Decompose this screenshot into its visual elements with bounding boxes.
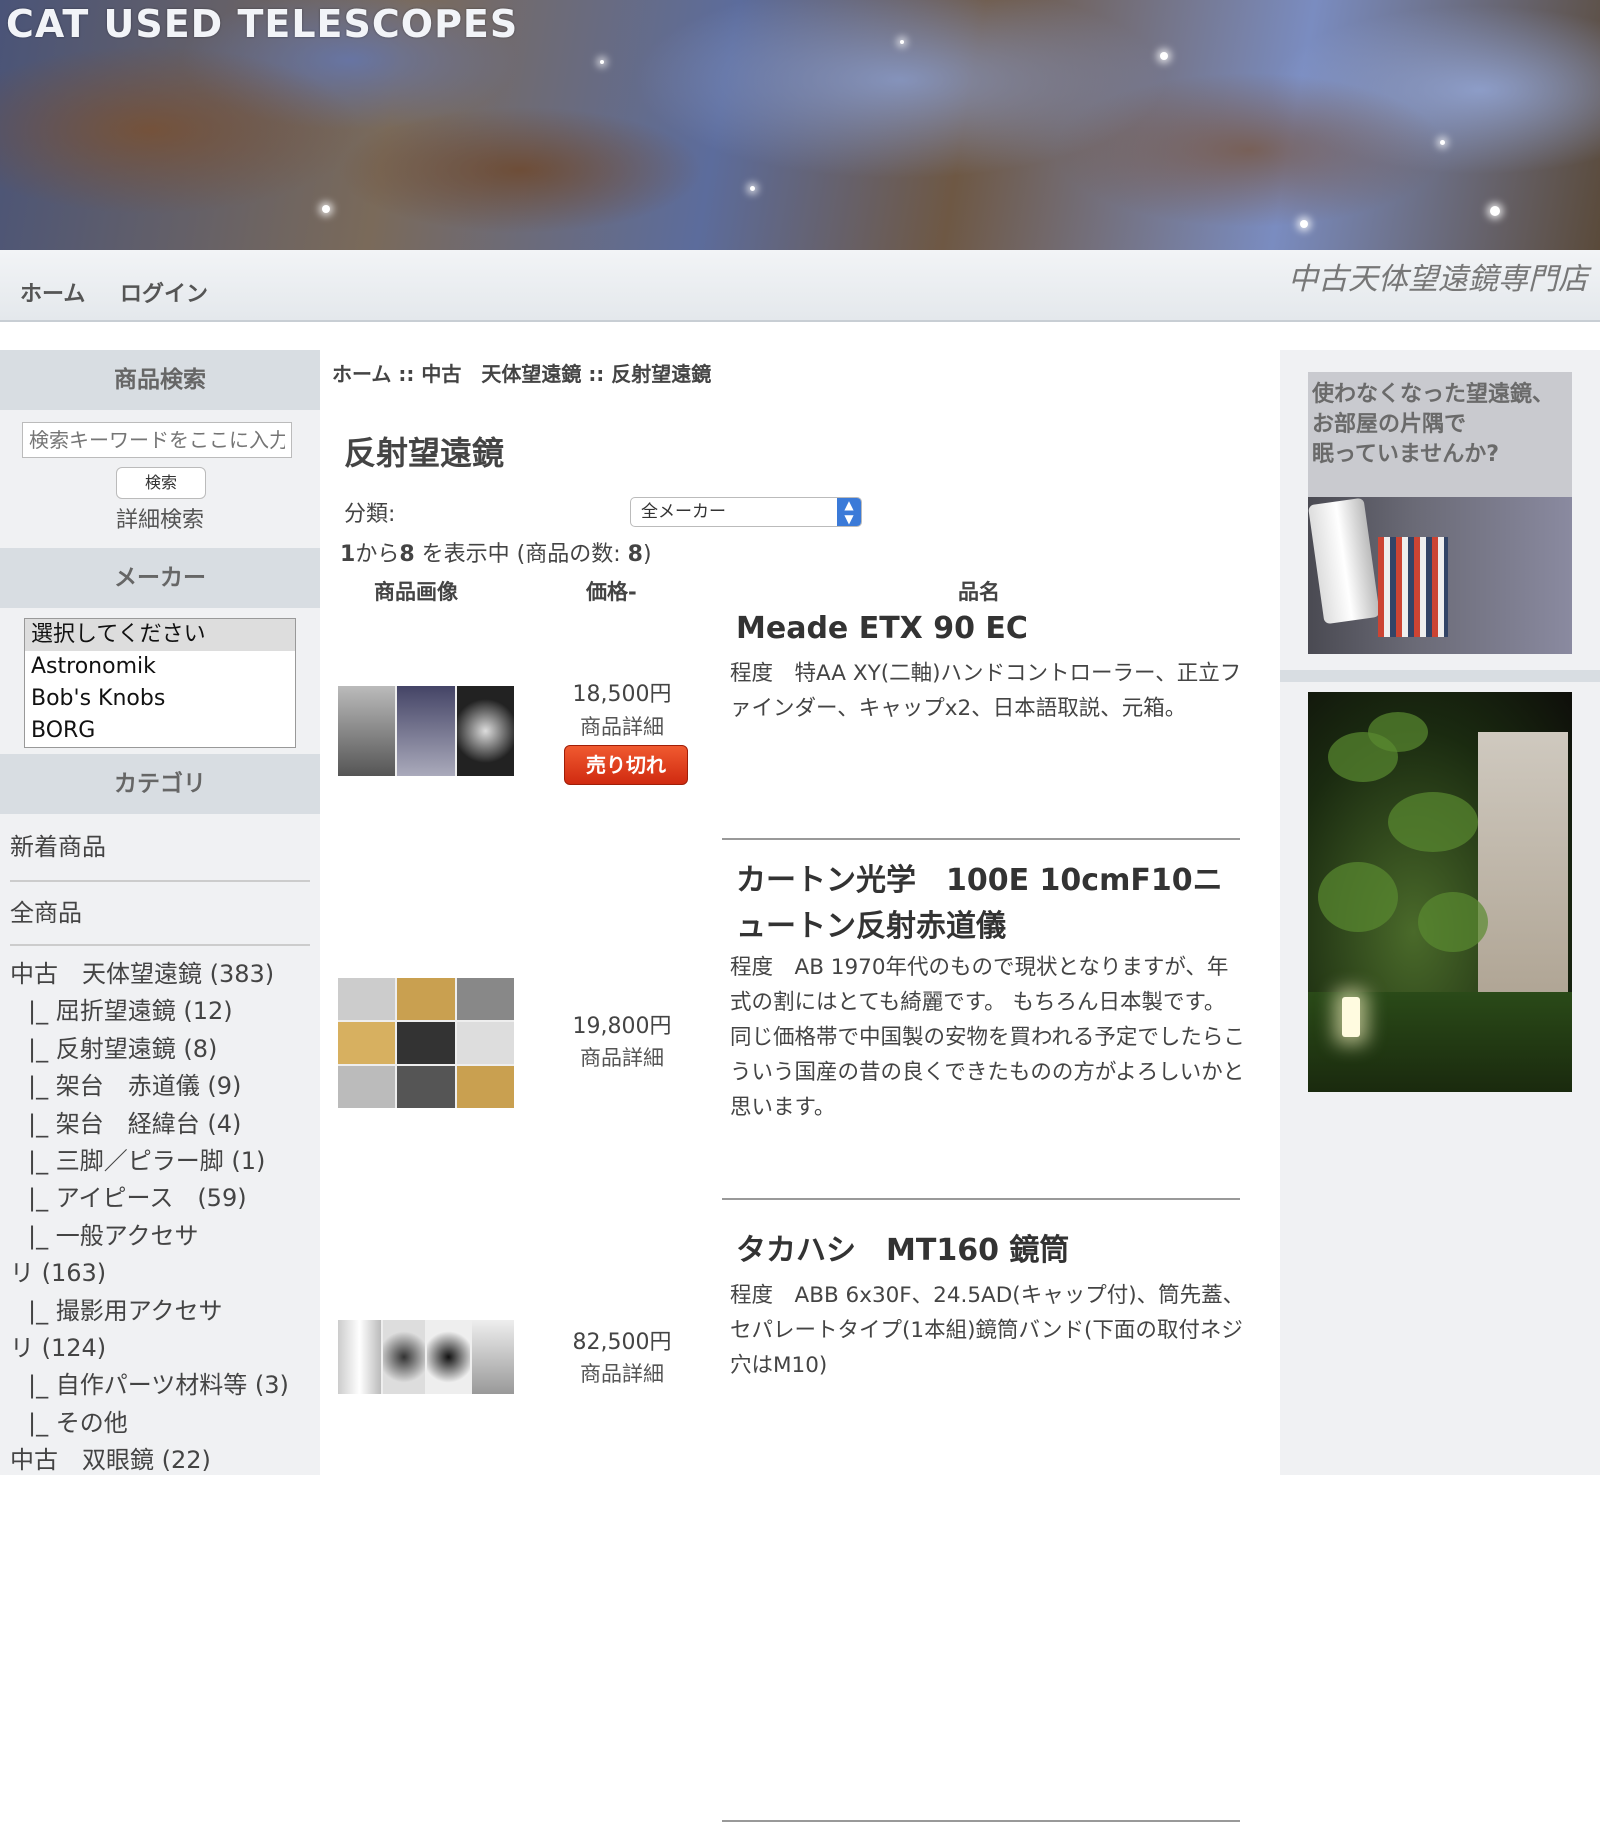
category-item[interactable]: |_ 自作パーツ材料等 (3) [0,1367,320,1404]
soldout-badge: 売り切れ [564,745,688,785]
product-image[interactable] [338,978,514,1108]
filter-selected-value: 全メーカー [641,502,726,522]
breadcrumb-current: 反射望遠鏡 [611,362,712,386]
breadcrumb-separator: :: [398,362,415,386]
breadcrumb-separator: :: [588,362,605,386]
tagline: 中古天体望遠鏡専門店 [1288,262,1588,297]
divider [722,1198,1240,1200]
category-item[interactable]: |_ 架台 赤道儀 (9) [0,1068,320,1105]
maker-option[interactable]: BORG [25,715,295,747]
maker-option[interactable]: Astronomik [25,651,295,683]
category-item[interactable]: |_ 反射望遠鏡 (8) [0,1031,320,1068]
search-heading: 商品検索 [0,350,320,410]
divider [722,838,1240,840]
star-icon [1160,52,1168,60]
category-item[interactable]: |_ 架台 経緯台 (4) [0,1106,320,1143]
product-description: 程度 特AA XY(二軸)ハンドコントローラー、正立ファインダー、キャップx2、… [730,661,1242,721]
left-sidebar: 商品検索 検索 詳細検索 メーカー 選択してください Astronomik Bo… [0,350,320,1475]
product-price: 82,500円 [572,1330,672,1355]
star-icon [1440,140,1445,145]
category-item[interactable]: |_ 撮影用アクセサ [0,1293,320,1330]
updown-arrow-icon: ▲ ▼ [837,498,861,526]
category-item[interactable]: 中古 双眼鏡 (22) [0,1442,320,1479]
search-input[interactable] [22,422,292,458]
search-button[interactable]: 検索 [116,467,206,499]
page-title: 反射望遠鏡 [344,434,505,472]
shop-photo-banner[interactable] [1308,692,1572,1092]
banner-text: 使わなくなった望遠鏡、 お部屋の片隅で 眠っていませんか? [1312,382,1555,467]
category-tree: 中古 天体望遠鏡 (383) |_ 屈折望遠鏡 (12) |_ 反射望遠鏡 (8… [0,946,320,1480]
product-image[interactable] [338,686,514,776]
category-item[interactable]: |_ 三脚／ピラー脚 (1) [0,1143,320,1180]
maker-option[interactable]: 選択してください [25,619,295,651]
product-name[interactable]: タカハシ MT160 鏡筒 [736,1228,1236,1274]
column-header-image: 商品画像 [374,580,458,604]
nav-home-link[interactable]: ホーム [20,276,85,308]
advanced-search-link[interactable]: 詳細検索 [0,502,320,534]
category-item[interactable]: |_ 屈折望遠鏡 (12) [0,993,320,1030]
category-new-arrivals[interactable]: 新着商品 [0,814,320,880]
product-detail-link[interactable]: 商品詳細 [542,1358,702,1388]
star-icon [1490,206,1500,216]
maker-option[interactable]: Bob's Knobs [25,683,295,715]
category-all-products[interactable]: 全商品 [0,882,320,944]
filter-label: 分類: [344,502,396,527]
category-item[interactable]: 中古 天体望遠鏡 (383) [0,956,320,993]
column-header-name[interactable]: 品名 [958,576,1000,606]
product-row: 19,800円 商品詳細 カートン光学 100E 10cmF10ニュートン反射赤… [320,860,1280,1220]
sell-telescope-banner[interactable]: 使わなくなった望遠鏡、 お部屋の片隅で 眠っていませんか? [1308,372,1572,654]
maker-heading: メーカー [0,548,320,608]
category-item[interactable]: |_ アイピース (59) [0,1180,320,1217]
column-header-price[interactable]: 価格- [586,576,637,606]
product-detail-link[interactable]: 商品詳細 [542,711,702,741]
breadcrumb-home[interactable]: ホーム [332,362,391,386]
product-name[interactable]: カートン光学 100E 10cmF10ニュートン反射赤道儀 [736,858,1236,950]
category-list: 新着商品 全商品 中古 天体望遠鏡 (383) |_ 屈折望遠鏡 (12) |_… [0,814,320,1480]
top-nav: ホーム ログイン 中古天体望遠鏡専門店 [0,250,1600,322]
category-item[interactable]: リ (124) [0,1330,320,1367]
star-icon [900,40,904,44]
product-description: 程度 ABB 6x30F、24.5AD(キャップ付)、筒先蓋、セパレートタイプ(… [730,1283,1245,1378]
category-item[interactable]: |_ その他 [0,1405,320,1442]
category-heading: カテゴリ [0,754,320,814]
product-price: 18,500円 [572,682,672,707]
right-sidebar: 使わなくなった望遠鏡、 お部屋の片隅で 眠っていませんか? [1280,350,1600,1475]
breadcrumb-used-telescopes[interactable]: 中古 天体望遠鏡 [421,362,581,386]
category-item[interactable]: リ (163) [0,1255,320,1292]
star-icon [1300,220,1308,228]
banner-photo [1308,497,1572,654]
breadcrumb: ホーム :: 中古 天体望遠鏡 :: 反射望遠鏡 [332,358,711,387]
product-row: 82,500円 商品詳細 タカハシ MT160 鏡筒 程度 ABB 6x30F、… [320,1228,1280,1822]
maker-filter-select[interactable]: 全メーカー ▲ ▼ [630,497,862,527]
product-image[interactable] [338,1320,514,1394]
site-title[interactable]: CAT USED TELESCOPES [6,2,518,46]
star-icon [600,60,604,64]
divider [1280,670,1600,682]
star-icon [750,186,755,191]
header-banner: CAT USED TELESCOPES [0,0,1600,250]
category-item[interactable]: |_ 一般アクセサ [0,1218,320,1255]
result-count: 1から8 を表示中 (商品の数: 8) [340,542,652,567]
product-name[interactable]: Meade ETX 90 EC [736,606,1236,652]
nav-login-link[interactable]: ログイン [120,276,208,308]
star-icon [322,205,330,213]
product-description: 程度 AB 1970年代のもので現状となりますが、年式の割にはとても綺麗です。 … [730,955,1245,1120]
product-price: 19,800円 [572,1014,672,1039]
maker-listbox[interactable]: 選択してください Astronomik Bob's Knobs BORG [24,618,296,748]
product-detail-link[interactable]: 商品詳細 [542,1042,702,1072]
